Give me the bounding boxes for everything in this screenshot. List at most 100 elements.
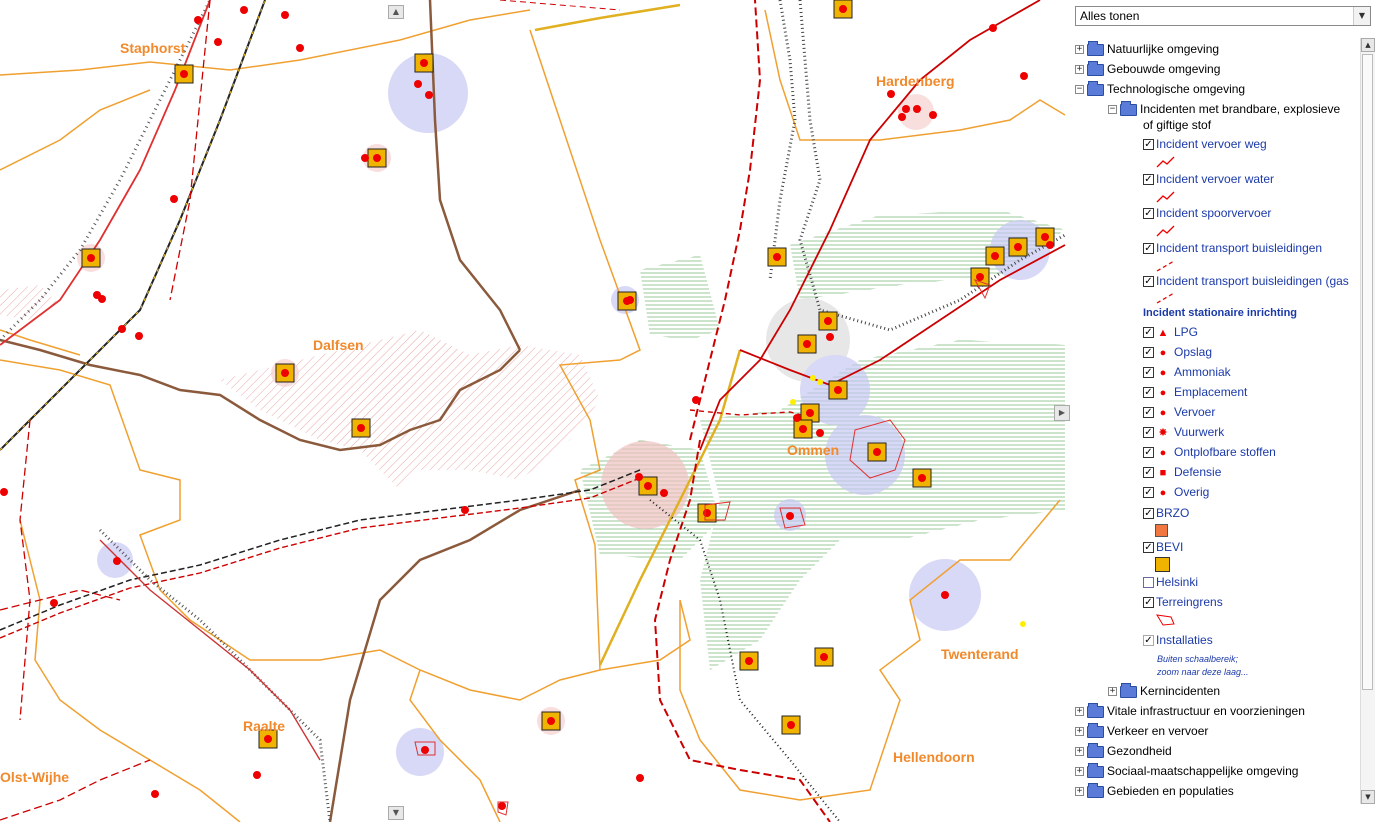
layer-checkbox[interactable]: ✓ — [1143, 542, 1154, 554]
layer-label: Installaties — [1156, 633, 1213, 647]
expand-icon[interactable]: + — [1075, 767, 1084, 777]
layer-label: Incident vervoer water — [1156, 172, 1275, 186]
layer-label: Incident transport buisleidingen (gas — [1156, 274, 1349, 288]
layer-defensie[interactable]: ✓ ■ Defensie — [1143, 463, 1221, 481]
layer-opslag[interactable]: ✓ ● Opslag — [1143, 343, 1212, 361]
map-canvas[interactable] — [0, 0, 1072, 822]
layer-installaties[interactable]: ✓ Installaties — [1143, 631, 1213, 649]
water-incident-line-icon — [1156, 191, 1175, 203]
collapse-icon[interactable]: − — [1108, 105, 1117, 115]
layer-tree-scrollbar[interactable]: ▲ ▼ — [1360, 38, 1375, 804]
pan-down-button[interactable]: ▼ — [388, 806, 404, 820]
layer-terreingrens[interactable]: ✓ Terreingrens — [1143, 593, 1223, 611]
zoom-to-layer-link[interactable]: zoom naar deze laag... — [1157, 666, 1249, 678]
place-label: Twenterand — [941, 646, 1019, 662]
dot-icon: ● — [1159, 346, 1167, 359]
layer-vuurwerk[interactable]: ✓ ✸ Vuurwerk — [1143, 423, 1224, 441]
layer-lpg[interactable]: ✓ ▲ LPG — [1143, 323, 1198, 341]
layer-checkbox[interactable]: ✓ — [1143, 347, 1154, 359]
layer-label: Emplacement — [1174, 385, 1248, 399]
scroll-down-button[interactable]: ▼ — [1361, 790, 1375, 804]
expand-icon[interactable]: + — [1075, 727, 1084, 737]
expand-icon[interactable]: + — [1075, 747, 1084, 757]
square-icon: ■ — [1159, 466, 1167, 479]
layer-checkbox[interactable]: ✓ — [1143, 327, 1154, 339]
layer-buisleidingen[interactable]: ✓ Incident transport buisleidingen — [1143, 239, 1322, 257]
folder-icon — [1087, 60, 1104, 76]
layer-checkbox[interactable]: ✓ — [1143, 467, 1154, 479]
expand-icon[interactable]: + — [1075, 65, 1084, 75]
scrollbar-thumb[interactable] — [1362, 54, 1373, 690]
layer-tree: + Natuurlijke omgeving + Gebouwde omgeving… — [1072, 38, 1360, 806]
folder-icon — [1087, 702, 1104, 718]
tree-item-vitale[interactable]: + Vitale infrastructuur en voorzieningen — [1075, 702, 1305, 720]
expand-icon[interactable]: + — [1075, 787, 1084, 797]
layer-overig[interactable]: ✓ ● Overig — [1143, 483, 1209, 501]
dot-icon: ● — [1159, 486, 1167, 499]
layer-spoorvervoer[interactable]: ✓ Incident spoorvervoer — [1143, 204, 1271, 222]
tree-item-gezondheid[interactable]: + Gezondheid — [1075, 742, 1172, 760]
place-label: Raalte — [243, 718, 286, 734]
layer-vervoer[interactable]: ✓ ● Vervoer — [1143, 403, 1215, 421]
layer-checkbox[interactable]: ✓ — [1143, 407, 1154, 419]
tree-item-technologische[interactable]: − Technologische omgeving — [1075, 80, 1245, 98]
layer-checkbox[interactable]: ✓ — [1143, 508, 1154, 520]
layer-checkbox[interactable]: ✓ — [1143, 243, 1154, 255]
tree-item-sociaal[interactable]: + Sociaal-maatschappelijke omgeving — [1075, 762, 1298, 780]
tree-item-gebieden[interactable]: + Gebieden en populaties — [1075, 782, 1234, 800]
layer-label: Incident transport buisleidingen — [1156, 241, 1323, 255]
layer-buisleidingen-gas[interactable]: ✓ Incident transport buisleidingen (gas — [1143, 272, 1349, 290]
layer-checkbox[interactable]: ✓ — [1143, 174, 1154, 186]
layer-ontplofbare[interactable]: ✓ ● Ontplofbare stoffen — [1143, 443, 1276, 461]
pan-up-button[interactable]: ▲ — [388, 5, 404, 19]
layer-label: Defensie — [1174, 465, 1222, 479]
place-label: Hardenberg — [876, 73, 955, 89]
section-title: Incident stationaire inrichting — [1143, 307, 1298, 319]
tree-item-natuurlijke[interactable]: + Natuurlijke omgeving — [1075, 40, 1219, 58]
map-view[interactable]: Staphorst Hardenberg Dalfsen Ommen Twent… — [0, 0, 1073, 822]
expand-icon[interactable]: + — [1075, 707, 1084, 717]
collapse-icon[interactable]: − — [1075, 85, 1084, 95]
layer-vervoer-weg[interactable]: ✓ Incident vervoer weg — [1143, 135, 1267, 153]
layer-checkbox[interactable]: ✓ — [1143, 367, 1154, 379]
dot-icon: ● — [1159, 386, 1167, 399]
expand-icon[interactable]: + — [1075, 45, 1084, 55]
layer-checkbox[interactable]: ✓ — [1143, 597, 1154, 609]
place-label: Olst-Wijhe — [0, 769, 70, 785]
layer-ammoniak[interactable]: ✓ ● Ammoniak — [1143, 363, 1231, 381]
layer-filter-select[interactable]: Alles tonen ▼ — [1075, 6, 1371, 26]
dot-icon: ● — [1159, 406, 1167, 419]
triangle-icon: ▲ — [1157, 326, 1169, 339]
expand-icon[interactable]: + — [1108, 687, 1117, 697]
pan-right-button[interactable]: ▶ — [1054, 405, 1070, 421]
layer-checkbox[interactable]: ✓ — [1143, 387, 1154, 399]
layer-checkbox[interactable]: ✓ — [1143, 208, 1154, 220]
place-label: Dalfsen — [313, 337, 364, 353]
scroll-up-button[interactable]: ▲ — [1361, 38, 1375, 52]
place-label: Ommen — [787, 442, 840, 458]
folder-icon — [1120, 682, 1137, 698]
layer-checkbox[interactable]: ✓ — [1143, 139, 1154, 151]
brzo-square-icon — [1155, 524, 1168, 537]
layer-label: Overig — [1174, 485, 1210, 499]
layer-bevi[interactable]: ✓ BEVI — [1143, 538, 1183, 556]
layer-checkbox[interactable]: ✓ — [1143, 635, 1154, 647]
red-hatched-area — [220, 330, 600, 490]
tree-item-label: Gebieden en populaties — [1107, 784, 1234, 798]
layer-checkbox[interactable]: ✓ — [1143, 487, 1154, 499]
place-label: Hellendoorn — [893, 749, 975, 765]
layer-checkbox[interactable]: ✓ — [1143, 427, 1154, 439]
layer-checkbox[interactable]: ✓ — [1143, 447, 1154, 459]
layer-checkbox[interactable]: ✓ — [1143, 276, 1154, 288]
rail-incident-line-icon — [1156, 225, 1175, 237]
chevron-down-icon[interactable]: ▼ — [1353, 7, 1370, 25]
tree-item-kernincidenten[interactable]: + Kernincidenten — [1108, 682, 1220, 700]
layer-brzo[interactable]: ✓ BRZO — [1143, 504, 1189, 522]
layer-checkbox[interactable] — [1143, 577, 1154, 589]
layer-vervoer-water[interactable]: ✓ Incident vervoer water — [1143, 170, 1274, 188]
filter-value: Alles tonen — [1080, 9, 1140, 23]
layer-emplacement[interactable]: ✓ ● Emplacement — [1143, 383, 1247, 401]
tree-item-gebouwde[interactable]: + Gebouwde omgeving — [1075, 60, 1220, 78]
layer-helsinki[interactable]: Helsinki — [1143, 573, 1198, 591]
tree-item-verkeer[interactable]: + Verkeer en vervoer — [1075, 722, 1208, 740]
